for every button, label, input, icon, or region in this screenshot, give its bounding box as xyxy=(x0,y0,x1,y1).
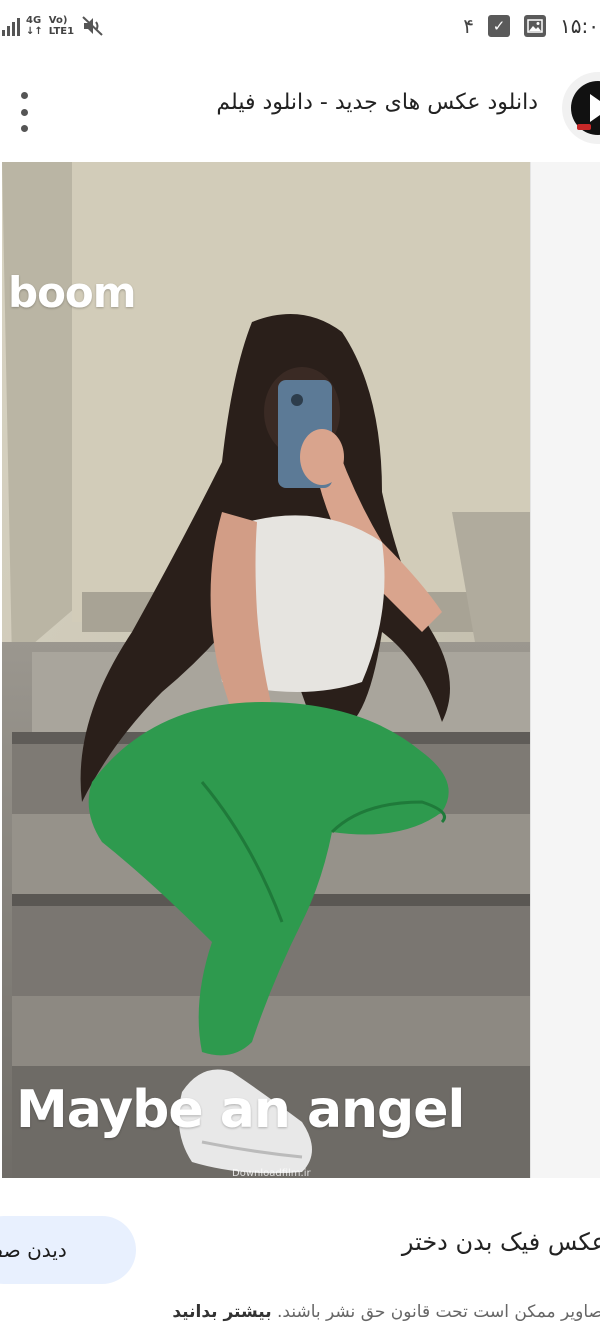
network-arrows: ↓↑ xyxy=(26,26,43,37)
status-bar-right: ۴ ✓ ۱۵:۰ xyxy=(463,14,600,38)
image-notification-icon xyxy=(524,15,546,37)
status-bar: 4G ↓↑ Vo) LTE1 ۴ ✓ ۱۵:۰ xyxy=(0,0,600,62)
visit-page-button[interactable]: دیدن صفحه xyxy=(0,1216,136,1284)
volte-indicator: Vo) LTE1 xyxy=(49,15,74,37)
checkbox-notification-icon: ✓ xyxy=(488,15,510,37)
clock: ۱۵:۰ xyxy=(560,14,599,38)
viewer-header: دانلود عکس های جدید - دانلود فیلم xyxy=(0,62,600,158)
copyright-text: تصاویر ممکن است تحت قانون حق نشر باشند. xyxy=(271,1302,600,1322)
next-image-preview[interactable] xyxy=(530,162,600,1178)
result-image[interactable]: boom Maybe an angel Downloadfilm.ir xyxy=(2,162,530,1178)
image-caption-top: boom xyxy=(8,268,137,317)
network-type: 4G xyxy=(26,15,42,26)
result-title[interactable]: عکس فیک بدن دختر xyxy=(402,1228,600,1256)
page-title[interactable]: دانلود عکس های جدید - دانلود فیلم xyxy=(216,90,538,115)
image-viewer: boom Maybe an angel Downloadfilm.ir ⟲ xyxy=(0,158,600,1306)
image-watermark: Downloadfilm.ir xyxy=(232,1168,311,1178)
signal-icon xyxy=(2,16,20,36)
more-options-icon[interactable] xyxy=(16,92,32,132)
lte-label: LTE1 xyxy=(48,26,75,37)
screen: 4G ↓↑ Vo) LTE1 ۴ ✓ ۱۵:۰ دانلود عکس های ج… xyxy=(0,0,600,1334)
site-logo-icon[interactable] xyxy=(562,72,600,144)
copyright-notice: تصاویر ممکن است تحت قانون حق نشر باشند. … xyxy=(172,1302,600,1322)
network-indicator: 4G ↓↑ xyxy=(26,15,43,37)
status-bar-left: 4G ↓↑ Vo) LTE1 xyxy=(0,14,106,38)
mute-icon xyxy=(82,16,103,36)
image-caption-bottom: Maybe an angel xyxy=(16,1080,465,1140)
learn-more-link[interactable]: بیشتر بدانید xyxy=(172,1302,271,1322)
notification-count: ۴ xyxy=(463,14,474,38)
volte-label: Vo) xyxy=(48,15,68,26)
result-info-panel: دیدن صفحه عکس فیک بدن دختر تصاویر ممکن ا… xyxy=(0,1180,600,1334)
